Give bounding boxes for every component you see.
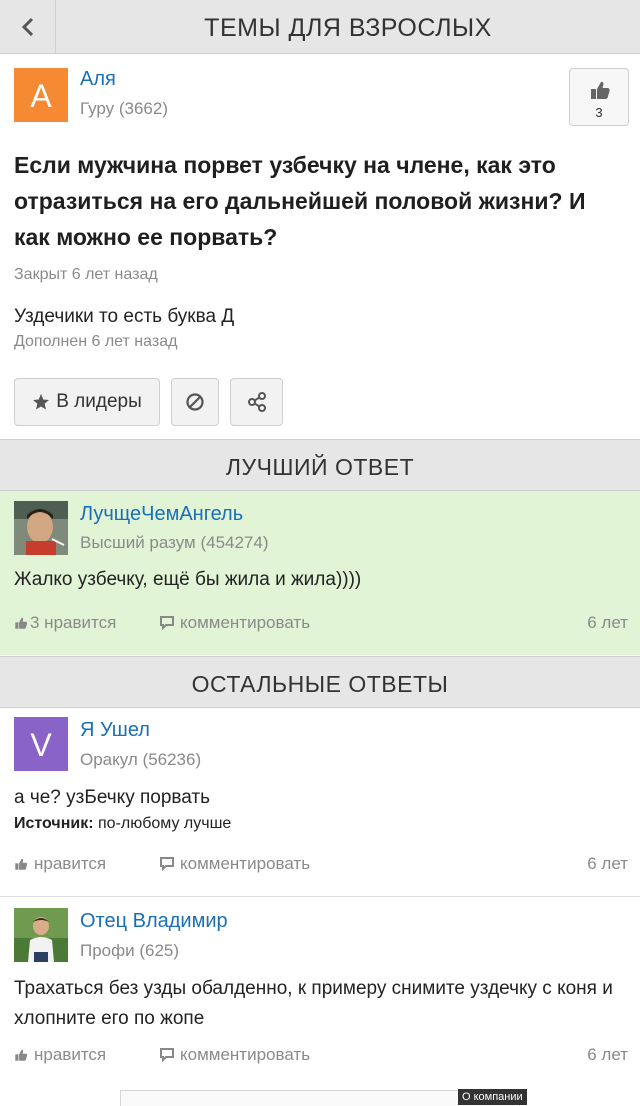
best-answer-card: ЛучщеЧемАнгель Высший разум (454274) Жал… xyxy=(0,491,640,655)
ad-label[interactable]: О компании xyxy=(458,1089,527,1105)
answer-2-actions: нравится комментировать 6 лет xyxy=(0,1045,640,1069)
comment-icon xyxy=(160,1048,174,1062)
answer-1-author-rank: Оракул (56236) xyxy=(80,750,202,769)
answer-1-like-button[interactable]: нравится xyxy=(14,854,106,874)
answer-1-source-label: Источник: xyxy=(14,815,94,832)
question-status: Закрыт 6 лет назад xyxy=(14,266,158,283)
answer-2-text: Трахаться без узды обалденно, к примеру … xyxy=(14,978,613,1029)
share-button[interactable] xyxy=(230,378,283,426)
best-answer-author-rank: Высший разум (454274) xyxy=(80,533,269,552)
answer-1-age: 6 лет xyxy=(587,854,628,873)
leaders-button[interactable]: В лидеры xyxy=(14,378,160,426)
answer-2-author-name[interactable]: Отец Владимир xyxy=(80,910,228,933)
best-answer-comment-button[interactable]: комментировать xyxy=(160,613,310,633)
comment-icon xyxy=(160,616,174,630)
answer-2-age: 6 лет xyxy=(587,1045,628,1064)
answer-2-comment-label: комментировать xyxy=(180,1045,311,1064)
star-icon xyxy=(33,394,50,410)
question-addition-meta: Дополнен 6 лет назад xyxy=(14,333,178,350)
answer-1-actions: нравится комментировать 6 лет xyxy=(0,854,640,878)
best-answer-text: Жалко узбечку, ещё бы жила и жила)))) xyxy=(14,569,362,590)
thumbs-up-icon xyxy=(15,858,28,870)
answer-divider xyxy=(0,896,640,897)
question-author-avatar[interactable]: A xyxy=(14,68,68,122)
question-author-name[interactable]: Аля xyxy=(80,68,116,91)
best-answer-age: 6 лет xyxy=(587,613,628,632)
answer-2-author-rank: Профи (625) xyxy=(80,941,180,960)
question-like-count: 3 xyxy=(595,105,603,120)
best-answer-header: ЛУЧШИЙ ОТВЕТ xyxy=(0,439,640,491)
answer-1-comment-label: комментировать xyxy=(180,854,311,873)
thumbs-up-icon xyxy=(15,1049,28,1061)
best-answer-avatar[interactable] xyxy=(14,501,68,555)
answer-1-source: Источник: по-любому лучше xyxy=(14,815,231,833)
comment-icon xyxy=(160,857,174,871)
question-like-button[interactable]: 3 xyxy=(569,68,629,126)
avatar-photo-icon xyxy=(14,908,68,962)
answer-1-text: а че? узБечку порвать xyxy=(14,787,211,808)
answer-1-avatar[interactable]: V xyxy=(14,717,68,771)
answer-1-author-name[interactable]: Я Ушел xyxy=(80,719,150,742)
chevron-left-icon xyxy=(21,17,33,37)
other-answers-header: ОСТАЛЬНЫЕ ОТВЕТЫ xyxy=(0,656,640,708)
best-answer-comment-label: комментировать xyxy=(180,613,311,632)
share-icon xyxy=(247,392,266,412)
answer-2-avatar[interactable] xyxy=(14,908,68,962)
leaders-button-label: В лидеры xyxy=(56,391,142,412)
answer-2-comment-button[interactable]: комментировать xyxy=(160,1045,310,1065)
answer-2-like-label: нравится xyxy=(34,1045,107,1064)
page-title: ТЕМЫ ДЛЯ ВЗРОСЛЫХ xyxy=(204,14,492,42)
top-bar: ТЕМЫ ДЛЯ ВЗРОСЛЫХ xyxy=(0,0,640,54)
best-answer-like-button[interactable]: 3 нравится xyxy=(14,613,116,633)
best-answer-actions: 3 нравится комментировать 6 лет xyxy=(0,613,640,637)
answer-1-source-value: по-любому лучше xyxy=(97,815,232,832)
thumbs-up-icon xyxy=(15,617,28,629)
answer-1-like-label: нравится xyxy=(34,854,107,873)
back-button[interactable] xyxy=(0,0,56,54)
question-author-rank: Гуру (3662) xyxy=(80,99,169,118)
question-title: Если мужчина порвет узбечку на члене, ка… xyxy=(14,152,586,250)
best-answer-like-label: 3 нравится xyxy=(30,613,117,632)
avatar-photo-icon xyxy=(14,501,68,555)
best-answer-author-name[interactable]: ЛучщеЧемАнгель xyxy=(80,503,243,526)
answer-2-like-button[interactable]: нравится xyxy=(14,1045,106,1065)
block-icon xyxy=(186,393,204,411)
question-addition: Уздечики то есть буква Д xyxy=(14,306,235,327)
answer-1-comment-button[interactable]: комментировать xyxy=(160,854,310,874)
report-button[interactable] xyxy=(171,378,219,426)
thumbs-up-icon xyxy=(591,81,610,99)
